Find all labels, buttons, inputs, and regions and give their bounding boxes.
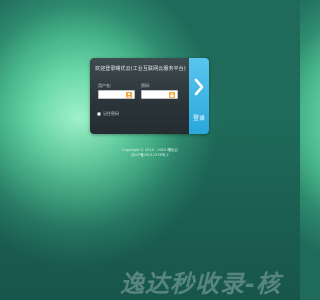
password-input[interactable] [142,91,170,98]
login-button[interactable]: 登录 [189,58,209,134]
remember-label: 记住密码 [103,111,119,116]
remember-password[interactable]: 记住密码 [97,111,119,117]
password-field[interactable] [141,90,178,99]
user-icon [126,92,132,98]
remember-radio[interactable] [97,112,101,116]
footer-icp[interactable]: 浙ICP备19012378号-2 [100,153,200,158]
username-input[interactable] [99,91,127,98]
login-button-label: 登录 [192,115,205,122]
footer: Copyright © 2019 - 2020 曙优云 浙ICP备1901237… [100,148,200,158]
lock-icon [169,92,175,98]
watermark-text: 逸达秒收录-核 [120,270,281,298]
username-label: 用户名: [98,83,112,88]
username-field[interactable] [98,90,135,99]
chevron-right-icon [194,78,204,96]
password-label: 密码: [141,83,151,88]
login-title: 欢迎登录曙优云(工业互联网云服务平台) [95,66,186,72]
